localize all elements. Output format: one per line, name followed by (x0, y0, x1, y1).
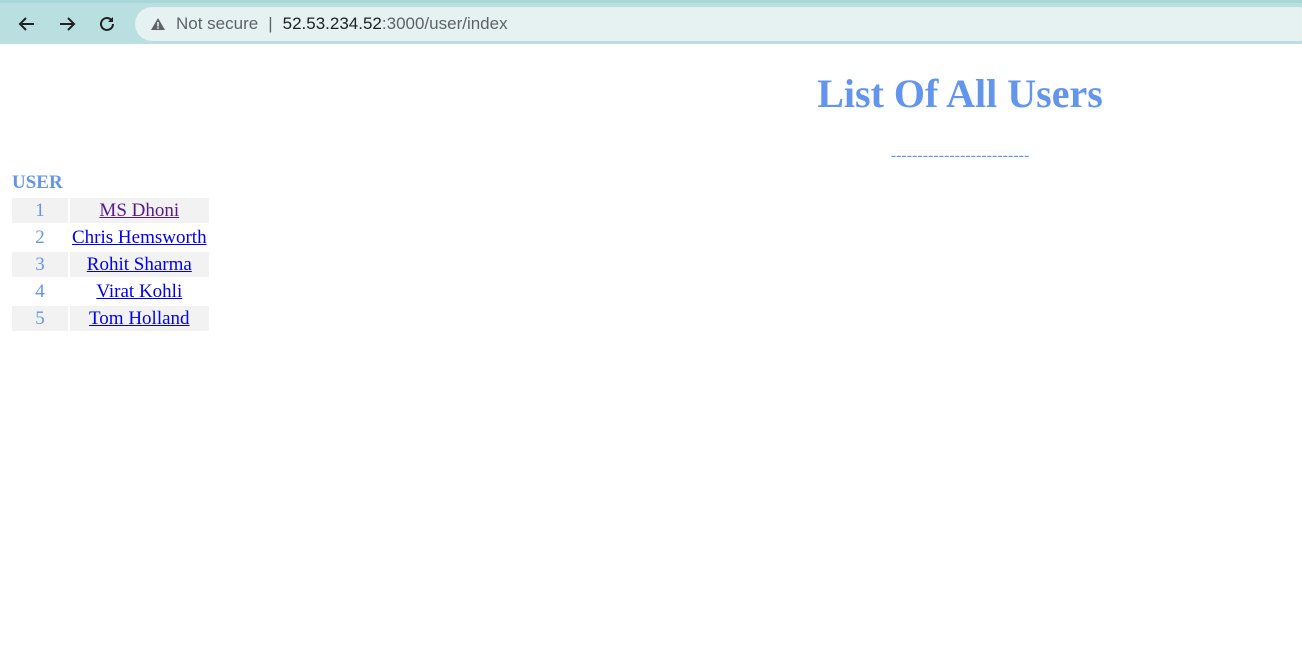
title-divider: -------------------------- (890, 147, 1030, 164)
table-caption: USER (12, 172, 63, 193)
browser-toolbar: Not secure | 52.53.234.52:3000/user/inde… (0, 0, 1302, 44)
user-link-tom-holland[interactable]: Tom Holland (89, 308, 190, 329)
users-table: USER 1 MS Dhoni 2 Chris Hemsworth 3 Rohi… (10, 172, 211, 333)
page-title: List Of All Users (817, 71, 1103, 116)
reload-icon (100, 16, 114, 31)
arrow-left-icon (18, 17, 34, 31)
arrow-right-icon (60, 17, 76, 31)
address-separator: | (268, 14, 273, 33)
row-index: 3 (12, 252, 68, 277)
row-index: 5 (12, 306, 68, 331)
security-status[interactable]: Not secure (176, 14, 258, 34)
address-bar[interactable]: Not secure | 52.53.234.52:3000/user/inde… (135, 7, 1302, 41)
table-row: 1 MS Dhoni (12, 198, 209, 223)
user-cell: Virat Kohli (70, 279, 209, 304)
url-path: :3000/user/index (381, 14, 508, 33)
table-row: 5 Tom Holland (12, 306, 209, 331)
row-index: 1 (12, 198, 68, 223)
url-host: 52.53.234.52 (282, 14, 382, 33)
row-index: 4 (35, 280, 45, 302)
table-row: 3 Rohit Sharma (12, 252, 209, 277)
user-cell: MS Dhoni (70, 198, 209, 223)
user-link-rohit-sharma[interactable]: Rohit Sharma (87, 254, 192, 275)
user-link-chris-hemsworth[interactable]: Chris Hemsworth (72, 227, 207, 248)
table-row: 4 Virat Kohli (12, 279, 209, 304)
user-cell: Chris Hemsworth (70, 225, 209, 250)
user-cell: Tom Holland (70, 306, 209, 331)
table-row: 2 Chris Hemsworth (12, 225, 209, 250)
user-link-ms-dhoni[interactable]: MS Dhoni (99, 200, 179, 221)
user-cell: Rohit Sharma (70, 252, 209, 277)
warning-icon (150, 16, 166, 32)
back-button[interactable] (11, 8, 43, 40)
forward-button[interactable] (51, 8, 83, 40)
row-index: 2 (35, 226, 45, 248)
reload-button[interactable] (91, 8, 123, 40)
user-link-virat-kohli[interactable]: Virat Kohli (96, 281, 182, 302)
